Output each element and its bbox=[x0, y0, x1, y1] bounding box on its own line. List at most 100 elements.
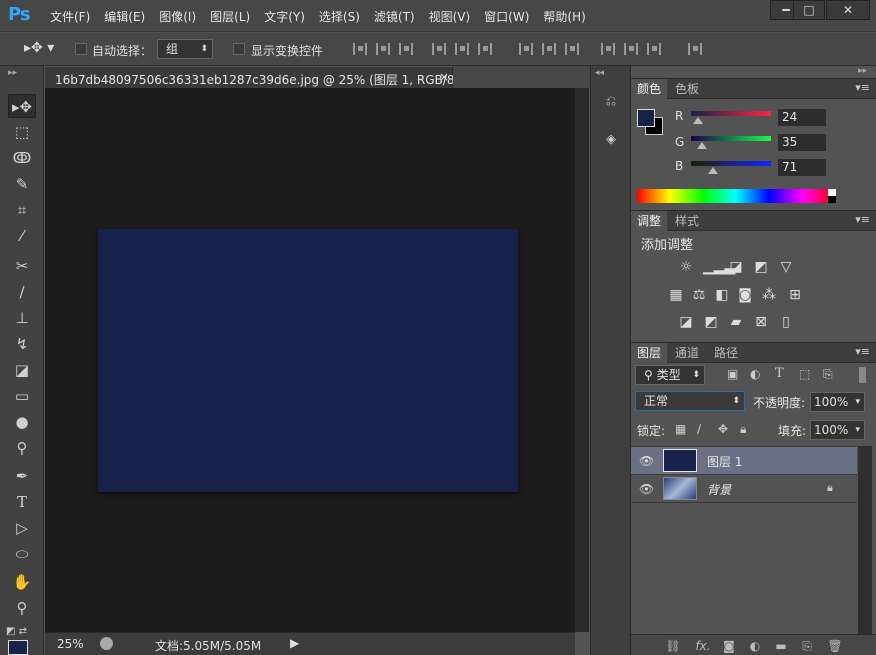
background-layer-name[interactable]: 背景 bbox=[707, 481, 731, 498]
blue-slider[interactable] bbox=[691, 161, 771, 166]
menu-layer[interactable]: 图层(L) bbox=[210, 8, 250, 25]
channel-mixer-icon[interactable]: ⁂ bbox=[761, 287, 777, 303]
distribute-left-icon[interactable] bbox=[601, 43, 615, 55]
green-value[interactable]: 35 bbox=[777, 133, 827, 152]
document-tab[interactable]: 16b7db48097506c36331eb1287c39d6e.jpg @ 2… bbox=[45, 66, 479, 88]
pen-tool-icon[interactable]: ✒ bbox=[8, 464, 36, 488]
menu-file[interactable]: 文件(F) bbox=[50, 8, 90, 25]
align-vcenter-icon[interactable] bbox=[376, 43, 390, 55]
curves-icon[interactable]: ◪ bbox=[728, 259, 744, 275]
distribute-vcenter-icon[interactable] bbox=[542, 43, 556, 55]
zoom-tool-icon[interactable]: ⚲ bbox=[8, 596, 36, 620]
tab-layers[interactable]: 图层 bbox=[631, 343, 668, 363]
invert-icon[interactable]: ◪ bbox=[678, 314, 694, 330]
ellipse-tool-icon[interactable]: ⬭ bbox=[8, 542, 36, 566]
vibrance-icon[interactable]: ▽ bbox=[778, 259, 794, 275]
clone-stamp-tool-icon[interactable]: ⊥ bbox=[8, 306, 36, 330]
threshold-icon[interactable]: ▰ bbox=[728, 314, 744, 330]
menu-select[interactable]: 选择(S) bbox=[319, 8, 360, 25]
align-right-icon[interactable] bbox=[478, 43, 492, 55]
red-slider-thumb[interactable] bbox=[693, 117, 703, 124]
vertical-scrollbar[interactable] bbox=[575, 88, 589, 632]
tab-channels[interactable]: 通道 bbox=[669, 343, 705, 363]
collapse-panels-icon[interactable]: ▸▸ bbox=[858, 66, 867, 76]
layers-scrollbar[interactable] bbox=[858, 446, 872, 636]
path-selection-tool-icon[interactable]: ▷ bbox=[8, 516, 36, 540]
adjustments-panel-menu-icon[interactable]: ▾≡ bbox=[855, 213, 870, 226]
new-layer-icon[interactable]: ⎘ bbox=[799, 639, 815, 653]
red-slider[interactable] bbox=[691, 111, 771, 116]
visibility-eye-icon[interactable]: 👁︎ bbox=[639, 454, 654, 468]
black-white-icon[interactable]: ◧ bbox=[714, 287, 730, 303]
menu-help[interactable]: 帮助(H) bbox=[543, 8, 585, 25]
link-layers-icon[interactable]: ⛓ bbox=[665, 639, 681, 653]
white-swatch[interactable] bbox=[828, 189, 836, 196]
brightness-contrast-icon[interactable]: ☼ bbox=[678, 259, 694, 275]
black-swatch[interactable] bbox=[828, 196, 836, 203]
filter-adjustment-icon[interactable]: ◐ bbox=[750, 367, 760, 381]
auto-select-dropdown[interactable]: 组 ⬍ bbox=[157, 39, 213, 59]
blur-tool-icon[interactable]: ● bbox=[8, 410, 36, 434]
filter-toggle-icon[interactable] bbox=[859, 367, 866, 383]
align-hcenter-icon[interactable] bbox=[455, 43, 469, 55]
history-brush-tool-icon[interactable]: ↯ bbox=[8, 332, 36, 356]
color-lookup-icon[interactable]: ⊞ bbox=[787, 287, 803, 303]
status-menu-arrow-icon[interactable]: ▶ bbox=[290, 636, 299, 650]
filter-pixel-icon[interactable]: ▣ bbox=[727, 367, 738, 381]
menu-image[interactable]: 图像(I) bbox=[159, 8, 196, 25]
green-slider-thumb[interactable] bbox=[697, 142, 707, 149]
filter-type-icon[interactable]: T bbox=[775, 366, 784, 381]
gradient-tool-icon[interactable]: ▭ bbox=[8, 384, 36, 408]
eraser-tool-icon[interactable]: ◪ bbox=[8, 358, 36, 382]
color-balance-icon[interactable]: ⚖ bbox=[691, 287, 707, 303]
delete-layer-icon[interactable]: 🗑︎ bbox=[827, 639, 843, 653]
photo-filter-icon[interactable]: ◙ bbox=[737, 287, 753, 303]
foreground-color-swatch[interactable] bbox=[8, 640, 28, 655]
distribute-right-icon[interactable] bbox=[647, 43, 661, 55]
properties-panel-icon[interactable]: ◈ bbox=[602, 132, 620, 150]
lock-position-icon[interactable]: ✥ bbox=[718, 422, 728, 436]
color-spectrum-bar[interactable] bbox=[637, 189, 835, 203]
auto-select-checkbox[interactable] bbox=[75, 43, 87, 55]
maximize-button[interactable]: □ bbox=[793, 0, 825, 20]
status-info-icon[interactable] bbox=[100, 637, 113, 650]
lock-pixels-icon[interactable]: ∕ bbox=[697, 422, 701, 436]
exposure-icon[interactable]: ◩ bbox=[753, 259, 769, 275]
hue-saturation-icon[interactable]: ▦ bbox=[668, 287, 684, 303]
levels-icon[interactable]: ▁▂▃ bbox=[703, 259, 735, 275]
type-tool-icon[interactable]: T bbox=[8, 490, 36, 514]
distribute-hcenter-icon[interactable] bbox=[624, 43, 638, 55]
marquee-tool-icon[interactable]: ⬚ bbox=[8, 120, 36, 144]
posterize-icon[interactable]: ◩ bbox=[703, 314, 719, 330]
document-canvas[interactable] bbox=[98, 229, 518, 492]
fill-input[interactable]: 100% ▾ bbox=[810, 420, 865, 440]
selective-color-icon[interactable]: ▯ bbox=[778, 314, 794, 330]
healing-brush-tool-icon[interactable]: ✂ bbox=[8, 254, 36, 278]
menu-filter[interactable]: 滤镜(T) bbox=[374, 8, 415, 25]
new-group-icon[interactable]: ▬ bbox=[773, 639, 789, 653]
layer-row-background[interactable]: 👁︎ 背景 🔒︎ bbox=[631, 475, 857, 503]
hand-tool-icon[interactable]: ✋ bbox=[8, 570, 36, 594]
blue-value[interactable]: 71 bbox=[777, 158, 827, 177]
distribute-bottom-icon[interactable] bbox=[565, 43, 579, 55]
tab-adjustments[interactable]: 调整 bbox=[631, 211, 668, 231]
history-panel-icon[interactable]: ⎌ bbox=[602, 94, 620, 112]
lock-transparent-icon[interactable]: ▦ bbox=[675, 422, 686, 436]
tab-swatches[interactable]: 色板 bbox=[669, 79, 705, 99]
move-tool-icon[interactable]: ▸✥ bbox=[8, 94, 36, 118]
blend-mode-dropdown[interactable]: 正常 ⬍ bbox=[635, 391, 745, 411]
quick-select-tool-icon[interactable]: ✎ bbox=[8, 172, 36, 196]
filter-shape-icon[interactable]: ⬚ bbox=[799, 367, 810, 381]
menu-edit[interactable]: 编辑(E) bbox=[104, 8, 145, 25]
menu-type[interactable]: 文字(Y) bbox=[264, 8, 305, 25]
layers-panel-menu-icon[interactable]: ▾≡ bbox=[855, 345, 870, 358]
menu-view[interactable]: 视图(V) bbox=[429, 8, 471, 25]
foreground-color-chip[interactable] bbox=[637, 109, 655, 127]
tab-paths[interactable]: 路径 bbox=[708, 343, 744, 363]
show-transform-checkbox[interactable] bbox=[233, 43, 245, 55]
blue-slider-thumb[interactable] bbox=[708, 167, 718, 174]
add-mask-icon[interactable]: ◙ bbox=[721, 639, 737, 653]
document-close-icon[interactable]: × bbox=[439, 70, 449, 84]
dodge-tool-icon[interactable]: ⚲ bbox=[8, 436, 36, 460]
align-left-icon[interactable] bbox=[432, 43, 446, 55]
